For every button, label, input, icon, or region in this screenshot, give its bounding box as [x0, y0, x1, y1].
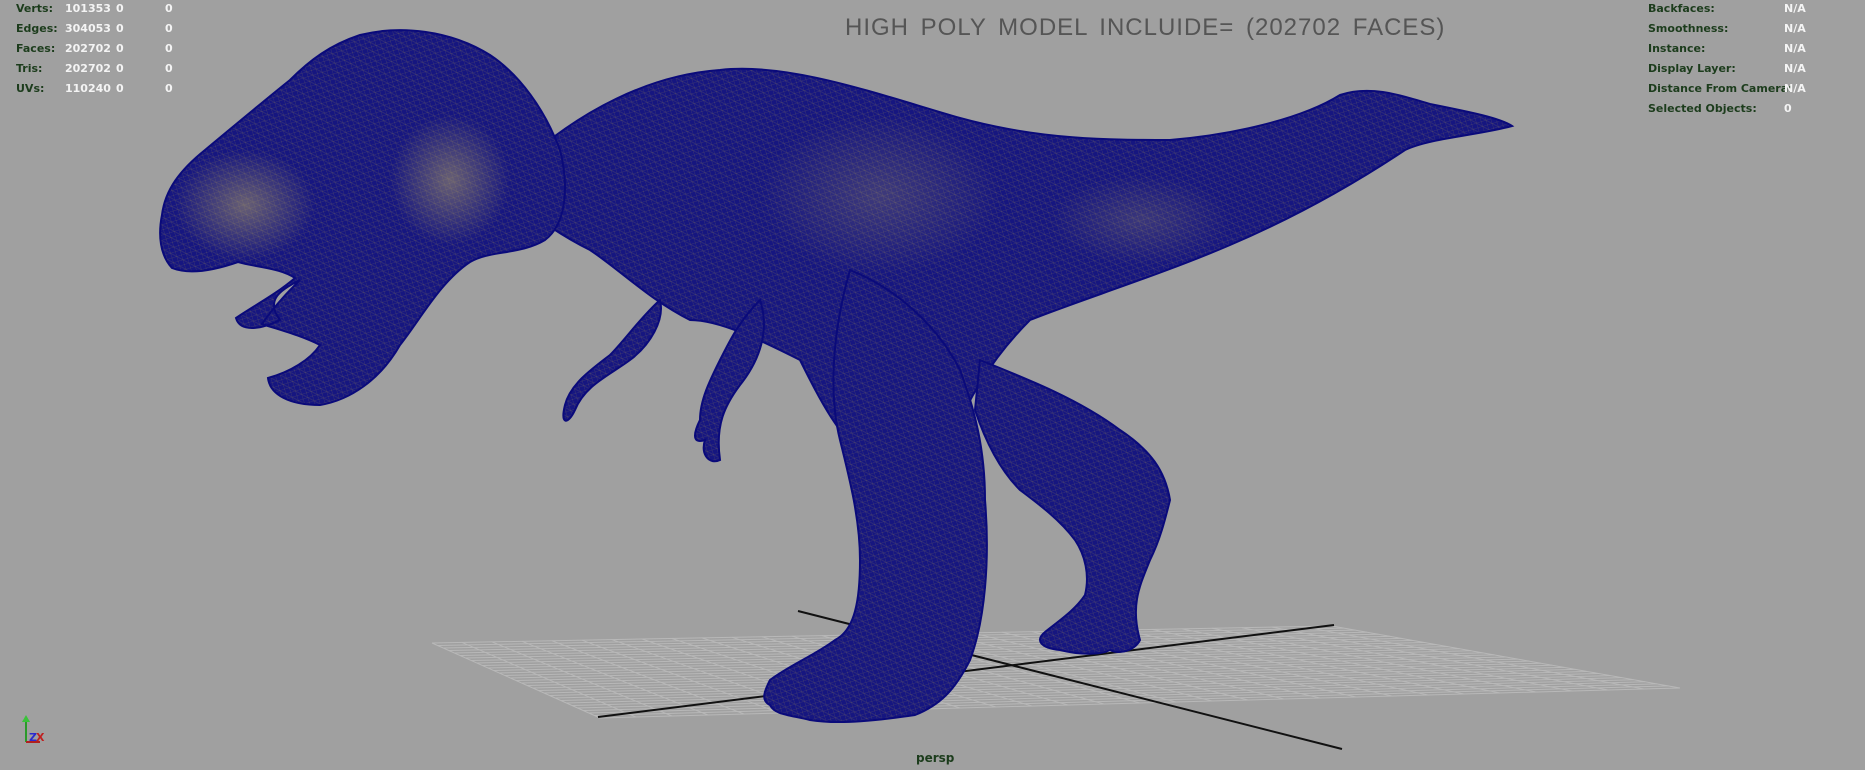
- jaw-highlight: [390, 115, 510, 245]
- poly-count-value: 0: [165, 82, 173, 95]
- poly-count-value: 202702: [65, 62, 111, 75]
- poly-count-value: 110240: [65, 82, 111, 95]
- poly-count-label: Tris:: [16, 62, 43, 75]
- poly-count-label: Edges:: [16, 22, 58, 35]
- object-detail-label: Smoothness:: [1648, 22, 1729, 35]
- poly-count-label: UVs:: [16, 82, 45, 95]
- object-detail-value: 0: [1784, 102, 1792, 115]
- object-detail-label: Display Layer:: [1648, 62, 1736, 75]
- 3d-viewport[interactable]: Verts: 101353 0 0 Edges: 304053 0 0 Faces: 202702…: [0, 0, 1865, 770]
- head-highlight: [175, 150, 315, 260]
- poly-count-value: 202702: [65, 42, 111, 55]
- poly-count-value: 0: [165, 62, 173, 75]
- viewport-annotation-title: HIGH POLY MODEL INCLUIDE= (202702 FACES): [845, 14, 1446, 41]
- tail-highlight: [1050, 175, 1230, 265]
- trex-leg-far[interactable]: [973, 358, 1172, 655]
- body-highlight: [760, 115, 1000, 275]
- object-detail-value: N/A: [1784, 62, 1806, 75]
- x-axis-label: X: [36, 731, 45, 744]
- poly-count-value: 0: [165, 22, 173, 35]
- camera-name-label: persp: [916, 751, 955, 765]
- object-detail-label: Backfaces:: [1648, 2, 1715, 15]
- poly-count-value: 0: [116, 62, 124, 75]
- poly-count-value: 0: [116, 22, 124, 35]
- object-detail-value: N/A: [1784, 42, 1806, 55]
- view-axis-indicator: Z X: [22, 715, 45, 744]
- y-axis-arrow-icon: [22, 715, 30, 722]
- poly-count-value: 0: [165, 42, 173, 55]
- object-detail-value: N/A: [1784, 2, 1806, 15]
- trex-arm-far[interactable]: [562, 298, 662, 422]
- object-detail-label: Selected Objects:: [1648, 102, 1757, 115]
- poly-count-label: Verts:: [16, 2, 54, 15]
- viewport-scene[interactable]: [0, 0, 1865, 770]
- poly-count-label: Faces:: [16, 42, 56, 55]
- object-detail-label: Distance From Camera:: [1648, 82, 1793, 95]
- object-detail-value: N/A: [1784, 82, 1806, 95]
- poly-count-value: 0: [116, 42, 124, 55]
- poly-count-value: 0: [116, 82, 124, 95]
- object-detail-label: Instance:: [1648, 42, 1706, 55]
- trex-mesh[interactable]: [159, 29, 1515, 724]
- object-detail-value: N/A: [1784, 22, 1806, 35]
- poly-count-value: 304053: [65, 22, 111, 35]
- poly-count-value: 0: [165, 2, 173, 15]
- poly-count-value: 101353: [65, 2, 111, 15]
- poly-count-value: 0: [116, 2, 124, 15]
